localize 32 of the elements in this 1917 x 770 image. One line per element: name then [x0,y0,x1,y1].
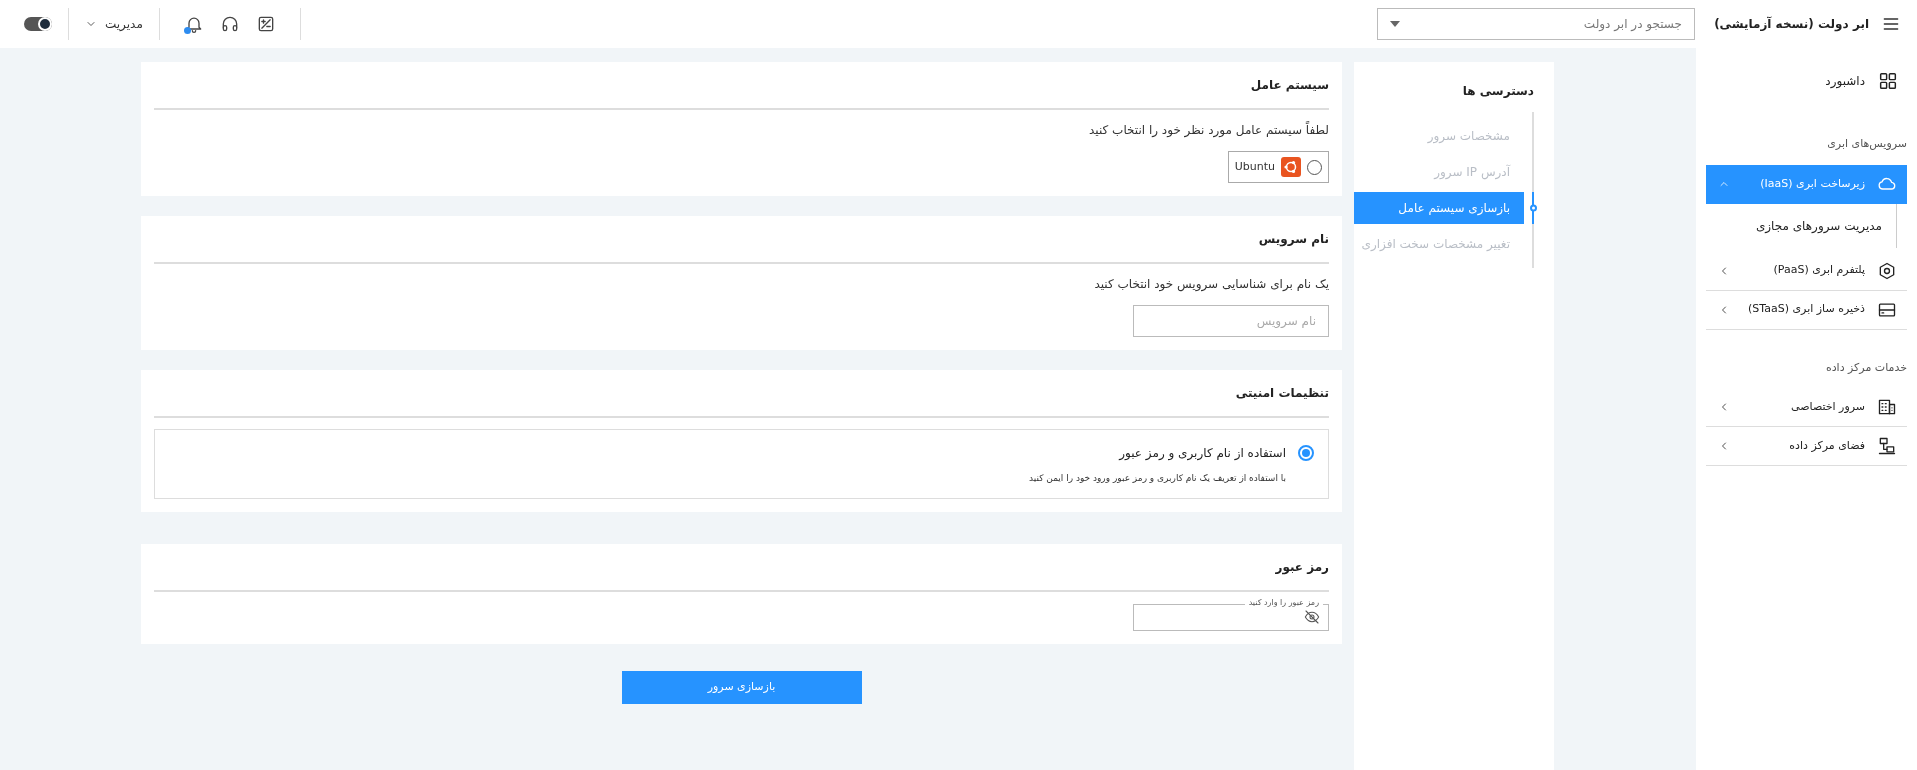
hexagon-icon [1877,260,1897,281]
app-title: ابر دولت (نسخه آزمایشی) [1714,15,1869,33]
radio-button[interactable] [1298,445,1314,461]
service-name-field[interactable]: نام سرویس [1133,305,1329,337]
section-label: سرویس‌های ابری [1826,136,1908,152]
security-option[interactable]: استفاده از نام کاربری و رمز عبور با استفاده از تعریف یک نام کاربری و رمز عبور ورود خود را ایمن کنید [154,429,1329,499]
building-icon [1877,397,1897,417]
theme-toggle[interactable] [24,17,52,31]
search-field[interactable]: جستجو در ابر دولت [1377,8,1695,40]
sidebar-subitem[interactable]: مدیریت سرورهای مجازی [1696,211,1896,240]
dropdown-caret-icon [1390,21,1400,27]
card-description: یک نام برای شناسایی سرویس خود انتخاب کنید [1093,276,1329,293]
card-title: تنظیمات امنیتی [1234,385,1329,402]
steps-title: دسترسی ها [1461,83,1535,100]
sidebar-item[interactable]: ذخیره ساز ابری (STaaS) [1706,290,1907,330]
network-icon [1877,436,1897,456]
os-option[interactable]: Ubuntu [1227,151,1329,183]
card-title: نام سرویس [1257,231,1329,249]
dashboard-link[interactable]: داشبورد [1696,64,1917,98]
section-label: خدمات مرکز داده [1824,359,1908,376]
sidebar-item[interactable]: فضای مرکز داده [1706,427,1907,466]
card-description: لطفاً سیستم عامل مورد نظر خود را انتخاب کنید [1088,121,1329,139]
sidebar-item[interactable]: سرور اختصاصی [1706,388,1907,427]
eye-off-icon [1304,609,1320,625]
ubuntu-logo-icon [1281,157,1301,177]
sidebar-item[interactable]: پلتفرم ابری (PaaS) [1706,251,1907,291]
option-label: استفاده از نام کاربری و رمز عبور [1119,445,1286,462]
card-title: رمز عبور [1274,558,1329,577]
option-description: با استفاده از تعریف یک نام کاربری و رمز عبور ورود خود را ایمن کنید [1028,472,1287,485]
grid-icon [1877,70,1899,92]
card-title: سیستم عامل [1249,77,1329,94]
user-menu[interactable]: مدیریت [85,15,143,33]
